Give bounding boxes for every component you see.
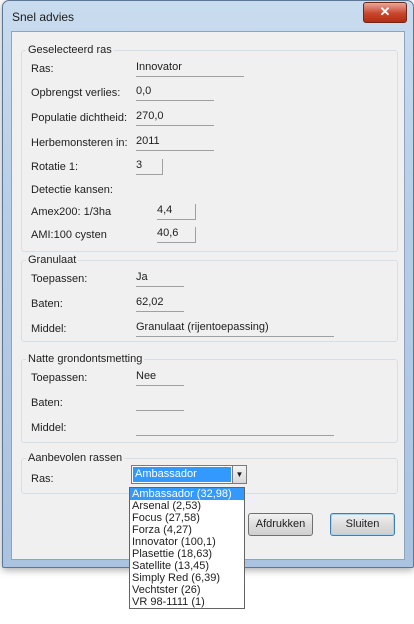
ras-dropdown-list[interactable]: Ambassador (32,98) Arsenal (2,53) Focus (2… (129, 487, 245, 609)
ras-combobox[interactable]: Ambassador ▼ (131, 465, 247, 484)
baten-label: Baten: (31, 397, 63, 409)
rotatie-label: Rotatie 1: (31, 161, 79, 173)
toepassen-value: Ja (136, 271, 184, 287)
toepassen-label: Toepassen: (31, 273, 88, 285)
rotatie-value: 3 (136, 159, 163, 175)
opbrengst-verlies-value: 0,0 (136, 85, 214, 101)
toepassen-label: Toepassen: (31, 372, 88, 384)
middel-value: Granulaat (rijentoepassing) (136, 321, 334, 337)
amex-value: 4,4 (157, 204, 196, 220)
group-granulaat: Granulaat Toepassen: Ja Baten: 62,02 Mid… (21, 254, 398, 342)
group-title: Granulaat (26, 254, 79, 266)
toepassen-value: Nee (136, 370, 184, 386)
title-bar[interactable]: Snel advies ✕ (3, 1, 413, 31)
dropdown-option[interactable]: Forza (4,27) (130, 524, 244, 536)
dropdown-option[interactable]: VR 98-1111 (1) (130, 596, 244, 608)
ras-label: Ras: (31, 63, 54, 75)
detectie-kansen-label: Detectie kansen: (31, 184, 113, 196)
populatie-dichtheid-label: Populatie dichtheid: (31, 112, 128, 124)
dropdown-option[interactable]: Satellite (13,45) (130, 560, 244, 572)
group-title: Aanbevolen rassen (26, 452, 125, 464)
middel-label: Middel: (31, 323, 67, 335)
ras-value: Innovator (136, 61, 244, 77)
middel-label: Middel: (31, 422, 67, 434)
dropdown-option[interactable]: Simply Red (6,39) (130, 572, 244, 584)
dropdown-option[interactable]: Ambassador (32,98) (130, 488, 244, 500)
baten-label: Baten: (31, 298, 63, 310)
ras-label: Ras: (31, 473, 54, 485)
close-button[interactable]: ✕ (363, 2, 407, 23)
herbemonsteren-label: Herbemonsteren in: (31, 137, 128, 149)
dropdown-option[interactable]: Vechtster (26) (130, 584, 244, 596)
chevron-down-icon[interactable]: ▼ (232, 466, 246, 483)
window-title: Snel advies (12, 10, 75, 24)
group-natte-grondontsmetting: Natte grondontsmetting Toepassen: Nee Ba… (21, 353, 398, 443)
baten-value: 62,02 (136, 296, 184, 312)
dropdown-option[interactable]: Innovator (100,1) (130, 536, 244, 548)
sluiten-button[interactable]: Sluiten (330, 513, 395, 536)
ami-value: 40,6 (157, 227, 196, 243)
group-title: Geselecteerd ras (26, 44, 114, 56)
ami-label: AMI:100 cysten (31, 229, 107, 241)
baten-value (136, 395, 184, 411)
dropdown-option[interactable]: Focus (27,58) (130, 512, 244, 524)
dropdown-option[interactable]: Arsenal (2,53) (130, 500, 244, 512)
amex-label: Amex200: 1/3ha (31, 206, 112, 218)
group-title: Natte grondontsmetting (26, 353, 145, 365)
populatie-dichtheid-value: 270,0 (136, 110, 214, 126)
dropdown-option[interactable]: Plasettie (18,63) (130, 548, 244, 560)
opbrengst-verlies-label: Opbrengst verlies: (31, 87, 121, 99)
combobox-selected-value: Ambassador (133, 467, 231, 482)
middel-value (136, 420, 334, 436)
afdrukken-button[interactable]: Afdrukken (248, 513, 313, 536)
group-geselecteerd-ras: Geselecteerd ras Ras: Innovator Opbrengs… (21, 44, 398, 252)
herbemonsteren-value: 2011 (136, 135, 214, 151)
